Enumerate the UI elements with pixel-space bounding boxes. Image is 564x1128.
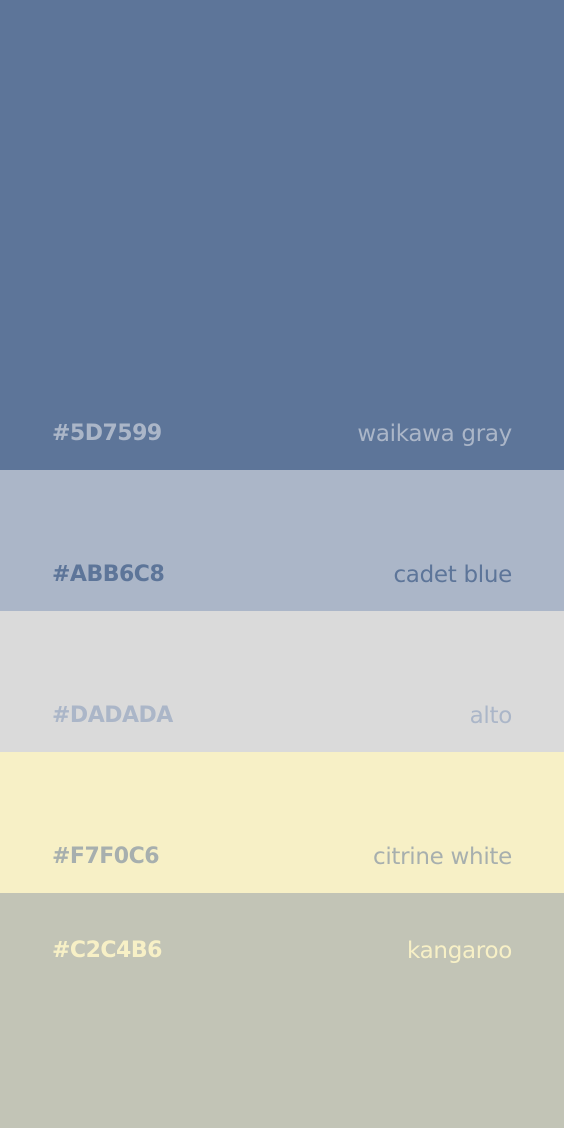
hex-code: #C2C4B6 [52,938,162,963]
color-name: waikawa gray [357,421,512,447]
swatch-kangaroo: #C2C4B6 kangaroo [0,893,564,1128]
hex-code: #F7F0C6 [52,844,160,869]
swatch-waikawa-gray: #5D7599 waikawa gray [0,0,564,470]
color-name: citrine white [373,844,512,870]
swatch-cadet-blue: #ABB6C8 cadet blue [0,470,564,611]
swatch-citrine-white: #F7F0C6 citrine white [0,752,564,893]
hex-code: #ABB6C8 [52,562,165,587]
color-name: cadet blue [393,562,512,588]
hex-code: #DADADA [52,703,173,728]
hex-code: #5D7599 [52,421,162,446]
color-name: kangaroo [407,938,512,964]
color-palette: #5D7599 waikawa gray #ABB6C8 cadet blue … [0,0,564,1128]
swatch-alto: #DADADA alto [0,611,564,752]
color-name: alto [469,703,513,729]
